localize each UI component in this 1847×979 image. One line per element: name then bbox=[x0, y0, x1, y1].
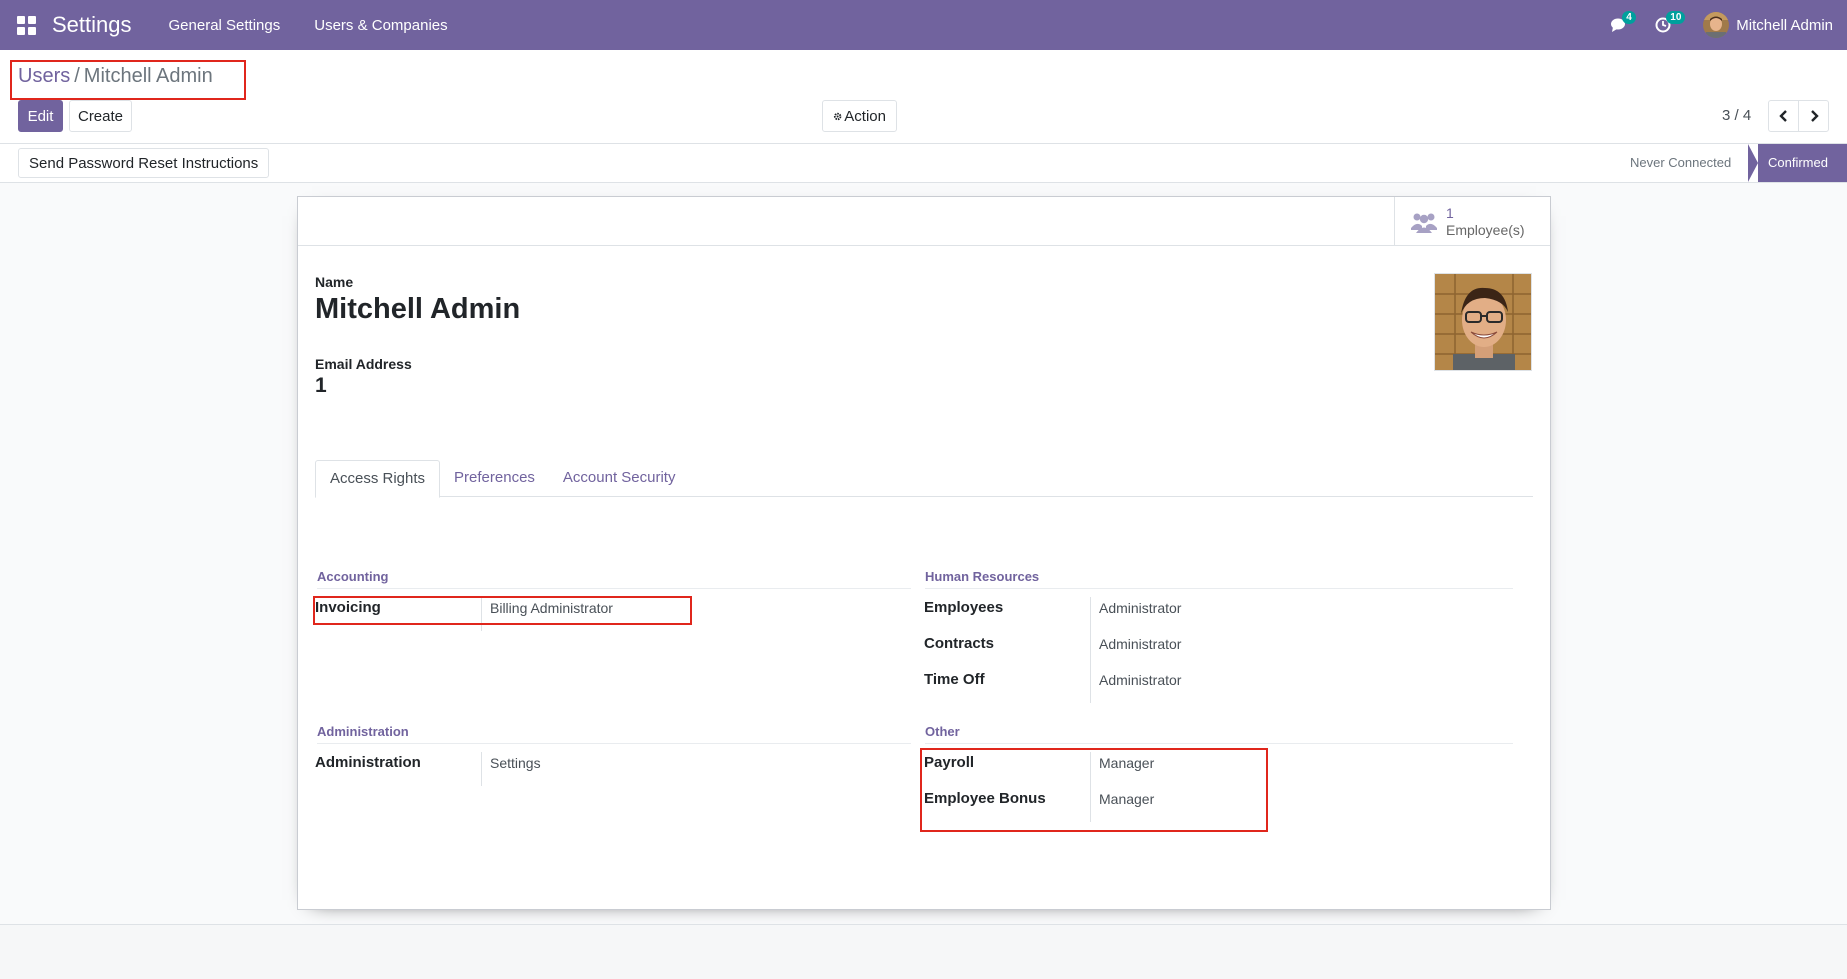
stage-never-connected: Never Connected bbox=[1630, 155, 1732, 170]
stage-confirmed: Confirmed bbox=[1748, 144, 1847, 182]
menu-users-companies[interactable]: Users & Companies bbox=[297, 17, 464, 34]
field-divider bbox=[481, 752, 482, 786]
pager-previous-button[interactable] bbox=[1768, 100, 1799, 132]
name-label: Name bbox=[315, 274, 354, 290]
breadcrumb-current: Mitchell Admin bbox=[83, 65, 213, 87]
user-menu[interactable]: Mitchell Admin bbox=[1703, 12, 1833, 38]
messages-badge: 4 bbox=[1622, 11, 1636, 24]
field-value-employee-bonus[interactable]: Manager bbox=[1099, 791, 1154, 807]
field-value-employees[interactable]: Administrator bbox=[1099, 600, 1181, 616]
field-label-invoicing: Invoicing bbox=[315, 599, 381, 616]
email-label: Email Address bbox=[315, 356, 412, 372]
gear-icon bbox=[833, 112, 842, 120]
messages-button[interactable]: 4 bbox=[1597, 0, 1641, 50]
activities-badge: 10 bbox=[1666, 11, 1686, 24]
avatar bbox=[1703, 12, 1730, 38]
employees-count: 1 bbox=[1446, 204, 1454, 221]
field-divider bbox=[1090, 752, 1091, 822]
stage-arrow bbox=[1748, 144, 1758, 182]
edit-button[interactable]: Edit bbox=[18, 100, 63, 132]
field-label-time-off: Time Off bbox=[924, 671, 985, 688]
field-value-invoicing[interactable]: Billing Administrator bbox=[490, 600, 613, 616]
button-box: 1 Employee(s) bbox=[298, 197, 1550, 246]
user-fullname: Mitchell Admin bbox=[315, 293, 521, 325]
field-value-time-off[interactable]: Administrator bbox=[1099, 672, 1181, 688]
group-title-administration: Administration bbox=[317, 724, 911, 744]
top-navbar: Settings General Settings Users & Compan… bbox=[0, 0, 1847, 50]
field-label-contracts: Contracts bbox=[924, 635, 995, 652]
statusbar: Send Password Reset Instructions Never C… bbox=[0, 144, 1847, 183]
field-value-contracts[interactable]: Administrator bbox=[1099, 636, 1181, 652]
pager-value[interactable]: 3 / 4 bbox=[1722, 107, 1751, 124]
employees-label: Employee(s) bbox=[1446, 221, 1525, 238]
action-label: Action bbox=[844, 107, 886, 125]
profile-photo[interactable] bbox=[1434, 273, 1532, 371]
breadcrumb: Users / Mitchell Admin bbox=[18, 65, 213, 88]
menu-general-settings[interactable]: General Settings bbox=[152, 17, 298, 34]
group-title-accounting: Accounting bbox=[317, 569, 911, 589]
group-title-other: Other bbox=[925, 724, 1513, 744]
field-label-administration: Administration bbox=[315, 754, 421, 771]
app-title[interactable]: Settings bbox=[52, 12, 132, 38]
field-label-employee-bonus: Employee Bonus bbox=[924, 790, 1046, 807]
user-name: Mitchell Admin bbox=[1736, 16, 1833, 34]
field-divider bbox=[481, 597, 482, 631]
control-panel: Users / Mitchell Admin Edit Create Actio… bbox=[0, 50, 1847, 144]
field-divider bbox=[1090, 597, 1091, 703]
tab-account-security[interactable]: Account Security bbox=[549, 460, 690, 497]
page-footer-area bbox=[0, 924, 1847, 979]
field-value-administration[interactable]: Settings bbox=[490, 755, 541, 771]
employees-stat-button[interactable]: 1 Employee(s) bbox=[1394, 197, 1550, 246]
notebook-tabs: Access Rights Preferences Account Securi… bbox=[315, 460, 1533, 498]
users-icon bbox=[1411, 213, 1437, 233]
chevron-left-icon bbox=[1778, 110, 1787, 122]
field-label-employees: Employees bbox=[924, 599, 1004, 616]
group-title-human-resources: Human Resources bbox=[925, 569, 1513, 589]
action-button[interactable]: Action bbox=[822, 100, 897, 132]
form-sheet: 1 Employee(s) Name Mitchell Admin Email … bbox=[297, 196, 1551, 910]
apps-menu-icon[interactable] bbox=[0, 0, 52, 50]
email-value: 1 bbox=[315, 374, 327, 397]
tab-access-rights[interactable]: Access Rights bbox=[315, 460, 441, 498]
chevron-right-icon bbox=[1810, 110, 1819, 122]
field-label-payroll: Payroll bbox=[924, 754, 975, 771]
send-password-reset-button[interactable]: Send Password Reset Instructions bbox=[18, 148, 270, 178]
breadcrumb-separator: / bbox=[74, 65, 80, 87]
activities-button[interactable]: 10 bbox=[1641, 0, 1686, 50]
breadcrumb-users[interactable]: Users bbox=[18, 65, 70, 88]
create-button[interactable]: Create bbox=[69, 100, 132, 132]
pager-next-button[interactable] bbox=[1798, 100, 1829, 132]
field-value-payroll[interactable]: Manager bbox=[1099, 755, 1154, 771]
tab-preferences[interactable]: Preferences bbox=[440, 460, 549, 497]
